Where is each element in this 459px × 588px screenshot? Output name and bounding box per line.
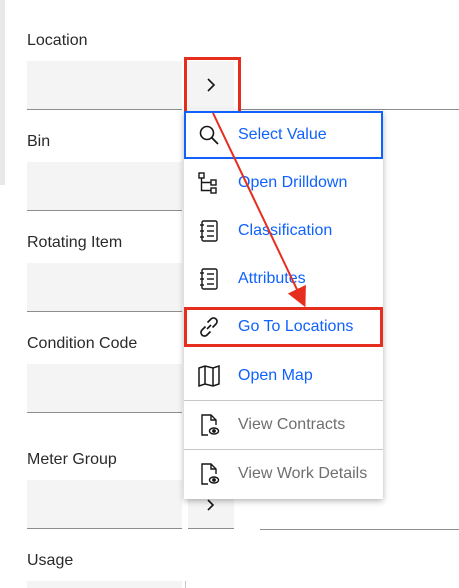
menu-item-label: Classification	[238, 222, 333, 239]
link-icon	[197, 315, 221, 339]
location-field-underline	[240, 109, 459, 110]
meter-group-field-underline	[260, 529, 459, 530]
menu-item-label: View Work Details	[238, 465, 368, 482]
menu-item-view-work-details[interactable]: View Work Details	[184, 450, 383, 498]
condition-code-input[interactable]	[27, 364, 182, 413]
bin-label: Bin	[27, 133, 51, 150]
chevron-right-icon	[207, 499, 215, 511]
menu-item-label: Go To Locations	[238, 318, 354, 335]
rotating-item-label: Rotating Item	[27, 234, 123, 251]
search-icon	[197, 123, 221, 147]
menu-item-label: View Contracts	[238, 416, 346, 433]
location-label: Location	[27, 32, 88, 49]
menu-item-view-contracts[interactable]: View Contracts	[184, 401, 383, 449]
menu-item-open-drilldown[interactable]: Open Drilldown	[184, 159, 383, 207]
usage-label: Usage	[27, 552, 74, 569]
list-document-icon	[197, 267, 221, 291]
usage-input[interactable]	[27, 581, 182, 588]
annotation-box-lookup	[184, 57, 241, 114]
scroll-region-edge	[0, 0, 5, 185]
list-document-icon	[197, 219, 221, 243]
menu-item-open-map[interactable]: Open Map	[184, 352, 383, 400]
location-input[interactable]	[27, 61, 182, 110]
menu-item-select-value[interactable]: Select Value	[184, 111, 383, 159]
rotating-item-input[interactable]	[27, 263, 182, 312]
lookup-context-menu: Select Value Open Drilldown Classificati…	[184, 111, 383, 499]
menu-item-label: Open Drilldown	[238, 174, 348, 191]
tree-view-icon	[197, 171, 221, 195]
meter-group-label: Meter Group	[27, 451, 117, 468]
bin-input[interactable]	[27, 162, 182, 211]
document-view-icon	[197, 462, 221, 486]
menu-item-go-to-locations[interactable]: Go To Locations	[184, 307, 383, 347]
menu-item-classification[interactable]: Classification	[184, 207, 383, 255]
map-icon	[197, 364, 221, 388]
condition-code-label: Condition Code	[27, 335, 138, 352]
menu-item-label: Attributes	[238, 270, 306, 287]
meter-group-input[interactable]	[27, 480, 182, 529]
menu-item-attributes[interactable]: Attributes	[184, 255, 383, 303]
usage-field-divider	[185, 581, 186, 588]
menu-item-label: Select Value	[238, 126, 327, 143]
menu-item-label: Open Map	[238, 367, 313, 384]
document-view-icon	[197, 413, 221, 437]
